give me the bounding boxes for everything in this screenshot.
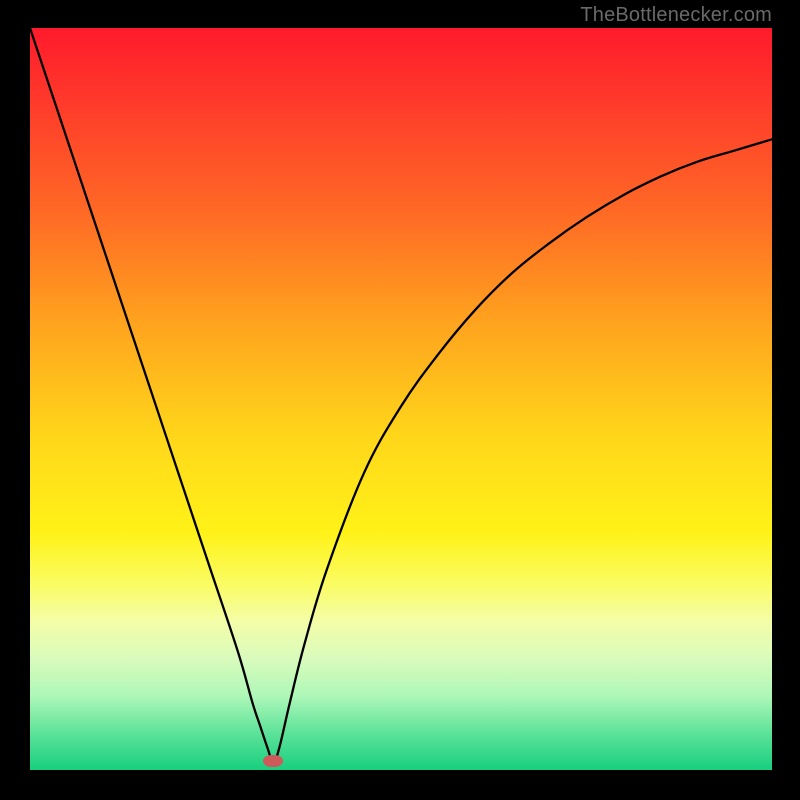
curve-path: [30, 28, 772, 763]
bottleneck-curve: [0, 0, 800, 800]
chart-frame: TheBottlenecker.com: [0, 0, 800, 800]
watermark-text: TheBottlenecker.com: [580, 4, 772, 27]
optimal-point-marker: [263, 755, 283, 767]
